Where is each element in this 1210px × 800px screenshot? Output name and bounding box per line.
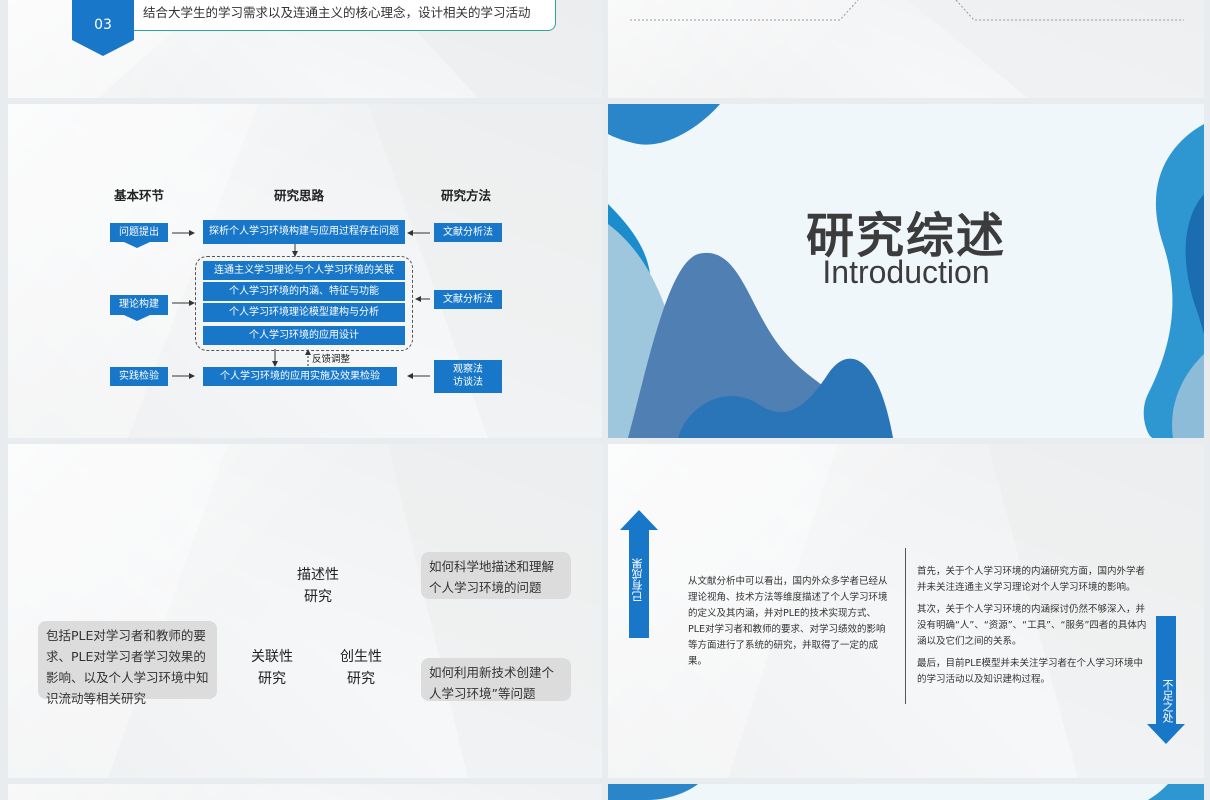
existing-results-text: 从文献分析中可以看出，国内外众多学者已经从理论视角、技术方法等维度描述了个人学习… (688, 576, 888, 667)
stage-problem: 问题提出 (110, 223, 168, 242)
blue-wave-shapes (608, 784, 1204, 800)
step-model: 个人学习环境理论模型建构与分析 (203, 303, 405, 322)
step-connotation: 个人学习环境的内涵、特征与功能 (203, 282, 405, 301)
shortcoming-first: 首先，关于个人学习环境的内涵研究方面，国内外学者并未关注连通主义学习理论对个人学… (917, 566, 1146, 593)
decorative-lines (630, 0, 1204, 98)
slide-thumbnail-5[interactable]: 包括PLE对学习者和教师的要求、PLE对学习者学习效果的影响、以及个人学习环境中… (8, 444, 602, 778)
method-interview: 访谈法 (453, 377, 483, 388)
step-problem-analysis: 探析个人学习环境构建与应用过程存在问题 (203, 220, 405, 244)
slide-thumbnail-4[interactable]: 研究综述 Introduction (608, 104, 1204, 438)
label-descriptive-line1: 描述性 (297, 567, 339, 583)
label-correlational: 关联性 研究 (242, 646, 302, 690)
method-literature-1: 文献分析法 (434, 223, 502, 242)
shortcomings-label: 不足之处 (1161, 679, 1174, 723)
stage-theory: 理论构建 (110, 295, 168, 315)
label-descriptive: 描述性 研究 (288, 564, 348, 608)
header-basic-stage: 基本环节 (114, 188, 165, 203)
step-design: 个人学习环境的应用设计 (203, 326, 405, 345)
divider-line (905, 548, 906, 704)
facet-background (8, 444, 602, 778)
shortcoming-second: 其次，关于个人学习环境的内涵探讨仍然不够深入，并没有明确“人”、“资源”、“工具… (917, 604, 1147, 647)
shortcomings-text: 首先，关于个人学习环境的内涵研究方面，国内外学者并未关注连通主义学习理论对个人学… (917, 564, 1147, 688)
badge-number: 03 (94, 17, 112, 33)
method-observation-interview: 观察法 访谈法 (434, 360, 502, 393)
question-create-box: 如何利用新技术创建个人学习环境”等问题 (421, 658, 571, 701)
header-research-idea: 研究思路 (274, 188, 325, 203)
feedback-label: 反馈调整 (312, 354, 351, 365)
label-generative: 创生性 研究 (331, 646, 391, 690)
label-correlational-line2: 研究 (258, 671, 286, 687)
slide-thumbnail-7[interactable] (8, 784, 602, 800)
section-subtitle: Introduction (822, 254, 990, 290)
question-describe-box: 如何科学地描述和理解个人学习环境的问题 (421, 552, 571, 599)
slide-thumbnail-6[interactable]: 已有成果 从文献分析中可以看出，国内外众多学者已经从理论视角、技术方法等维度描述… (608, 444, 1204, 778)
step-theory-relation: 连通主义学习理论与个人学习环境的关联 (203, 261, 405, 280)
label-generative-line2: 研究 (347, 671, 375, 687)
label-descriptive-line2: 研究 (304, 589, 332, 605)
slide-thumbnail-8[interactable] (608, 784, 1204, 800)
slide-thumbnail-1[interactable]: 结合大学生的学习需求以及连通主义的核心理念，设计相关的学习活动 03 (8, 0, 602, 98)
label-correlational-line1: 关联性 (251, 649, 293, 665)
header-research-method: 研究方法 (441, 188, 492, 203)
method-literature-2: 文献分析法 (434, 290, 502, 309)
shortcoming-third: 最后，目前PLE模型并未关注学习者在个人学习环境中的学习活动以及知识建构过程。 (917, 658, 1144, 685)
step-implementation: 个人学习环境的应用实施及效果检验 (203, 367, 397, 386)
slide-thumbnail-3[interactable]: 基本环节 研究思路 研究方法 问题提出 理论构建 实践检验 探析个人学习环境构建… (8, 104, 602, 438)
existing-results-label: 已有成果 (631, 558, 644, 602)
method-observation: 观察法 (453, 364, 483, 375)
stage-practice: 实践检验 (110, 367, 168, 386)
label-generative-line1: 创生性 (340, 649, 382, 665)
description-text: 结合大学生的学习需求以及连通主义的核心理念，设计相关的学习活动 (143, 5, 531, 20)
slide-thumbnail-2[interactable] (608, 0, 1204, 98)
related-research-box: 包括PLE对学习者和教师的要求、PLE对学习者学习效果的影响、以及个人学习环境中… (38, 621, 217, 706)
